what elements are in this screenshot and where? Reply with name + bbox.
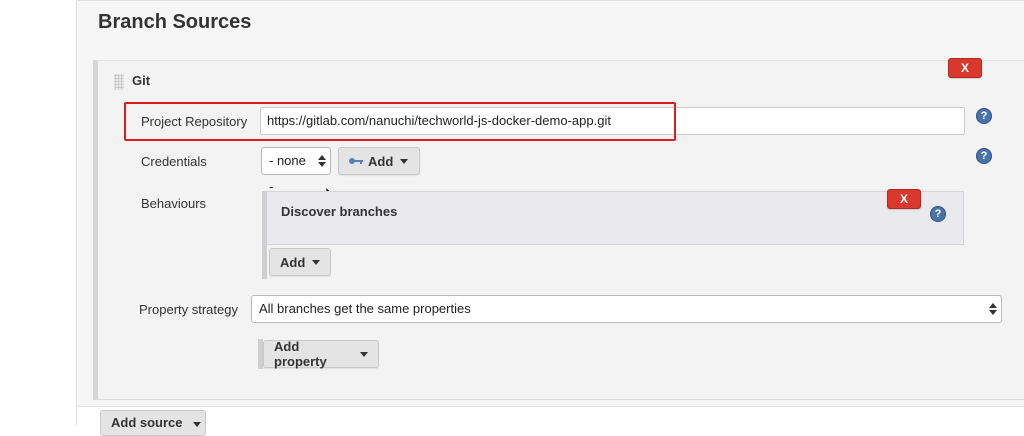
add-behaviour-label: Add — [280, 254, 306, 270]
property-strategy-select[interactable]: All branches get the same properties — [251, 295, 1002, 323]
bottom-bar — [78, 406, 1024, 425]
key-icon — [349, 158, 363, 164]
behaviour-side-rail — [262, 245, 267, 279]
drag-handle-icon[interactable] — [114, 74, 124, 90]
section-title: Branch Sources — [98, 11, 252, 33]
git-source-title: Git — [132, 73, 151, 88]
add-credentials-button[interactable]: Add — [338, 147, 420, 175]
add-credentials-label: Add — [368, 153, 394, 169]
credentials-label: Credentials — [141, 154, 207, 169]
delete-git-source-button[interactable]: X — [948, 58, 982, 78]
top-divider — [78, 0, 1024, 4]
help-icon[interactable]: ? — [930, 206, 946, 222]
select-arrows-icon — [318, 155, 326, 167]
add-property-button[interactable]: Add property — [263, 339, 379, 369]
chevron-down-icon — [400, 158, 409, 164]
behaviour-item-title: Discover branches — [281, 204, 398, 219]
add-behaviour-button[interactable]: Add — [269, 248, 331, 276]
credentials-select[interactable]: - none - — [261, 147, 331, 194]
property-strategy-label: Property strategy — [139, 302, 238, 317]
property-strategy-selected-value: All branches get the same properties — [259, 301, 471, 316]
add-source-button[interactable]: Add source — [100, 410, 206, 436]
left-gutter — [0, 0, 77, 425]
help-icon[interactable]: ? — [976, 108, 992, 124]
chevron-down-icon — [312, 259, 321, 265]
delete-behaviour-button[interactable]: X — [887, 189, 921, 209]
highlight-annotation — [124, 102, 676, 141]
help-icon[interactable]: ? — [976, 148, 992, 164]
add-property-label: Add property — [274, 339, 327, 369]
add-source-label: Add source — [111, 415, 183, 430]
select-arrows-icon — [989, 303, 997, 315]
chevron-down-icon — [360, 351, 368, 357]
behaviours-label: Behaviours — [141, 196, 207, 211]
